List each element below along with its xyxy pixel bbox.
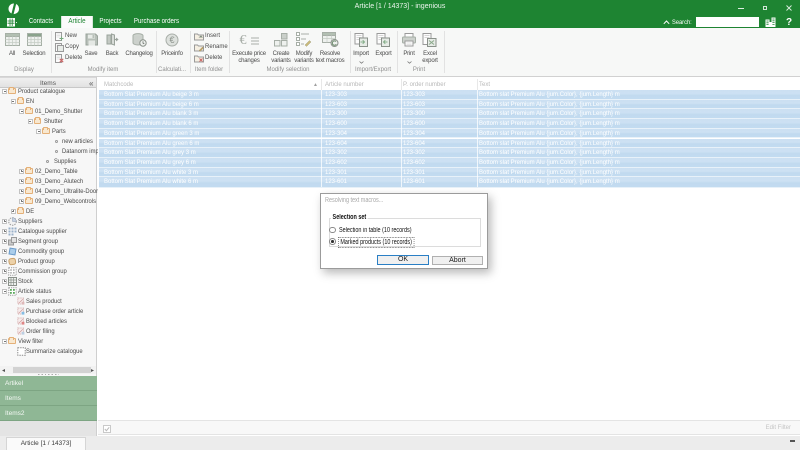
svg-text:€: € bbox=[240, 33, 247, 47]
svg-text:€: € bbox=[169, 35, 174, 45]
